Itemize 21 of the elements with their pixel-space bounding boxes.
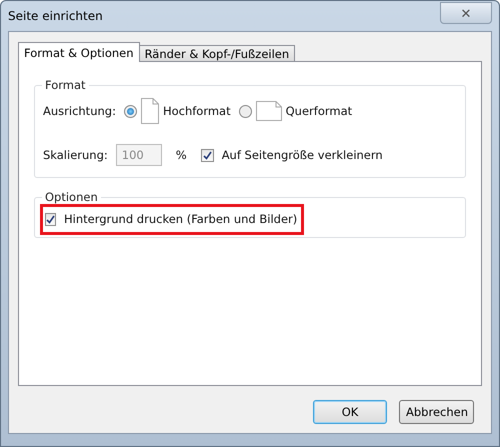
close-button[interactable]: ✕ [440, 2, 492, 24]
group-title: Format [44, 78, 87, 92]
unit-label: % [176, 148, 187, 162]
checkbox-label[interactable]: Auf Seitengröße verkleinern [222, 148, 383, 162]
page-icon [256, 101, 282, 121]
radio-label[interactable]: Hochformat [162, 104, 231, 118]
tab[interactable]: Format & Optionen [18, 42, 140, 62]
dialog-button[interactable]: Abbrechen [399, 400, 474, 424]
orientation-label: Ausrichtung: [43, 104, 116, 118]
checkbox[interactable] [45, 212, 56, 226]
radio-label[interactable]: Querformat [286, 104, 352, 118]
radio-button[interactable] [124, 104, 137, 118]
checkbox-label[interactable]: Hintergrund drucken (Farben und Bilder) [64, 212, 298, 226]
checkbox[interactable] [200, 148, 214, 162]
window-title: Seite einrichten [8, 9, 103, 23]
group-title: Optionen [44, 190, 99, 204]
page-icon [140, 98, 159, 124]
radio-button[interactable] [238, 104, 252, 118]
tab[interactable]: Ränder & Kopf-/Fußzeilen [138, 45, 296, 62]
dialog-button[interactable]: OK [313, 400, 387, 424]
scale-label: Skalierung: [43, 148, 108, 162]
